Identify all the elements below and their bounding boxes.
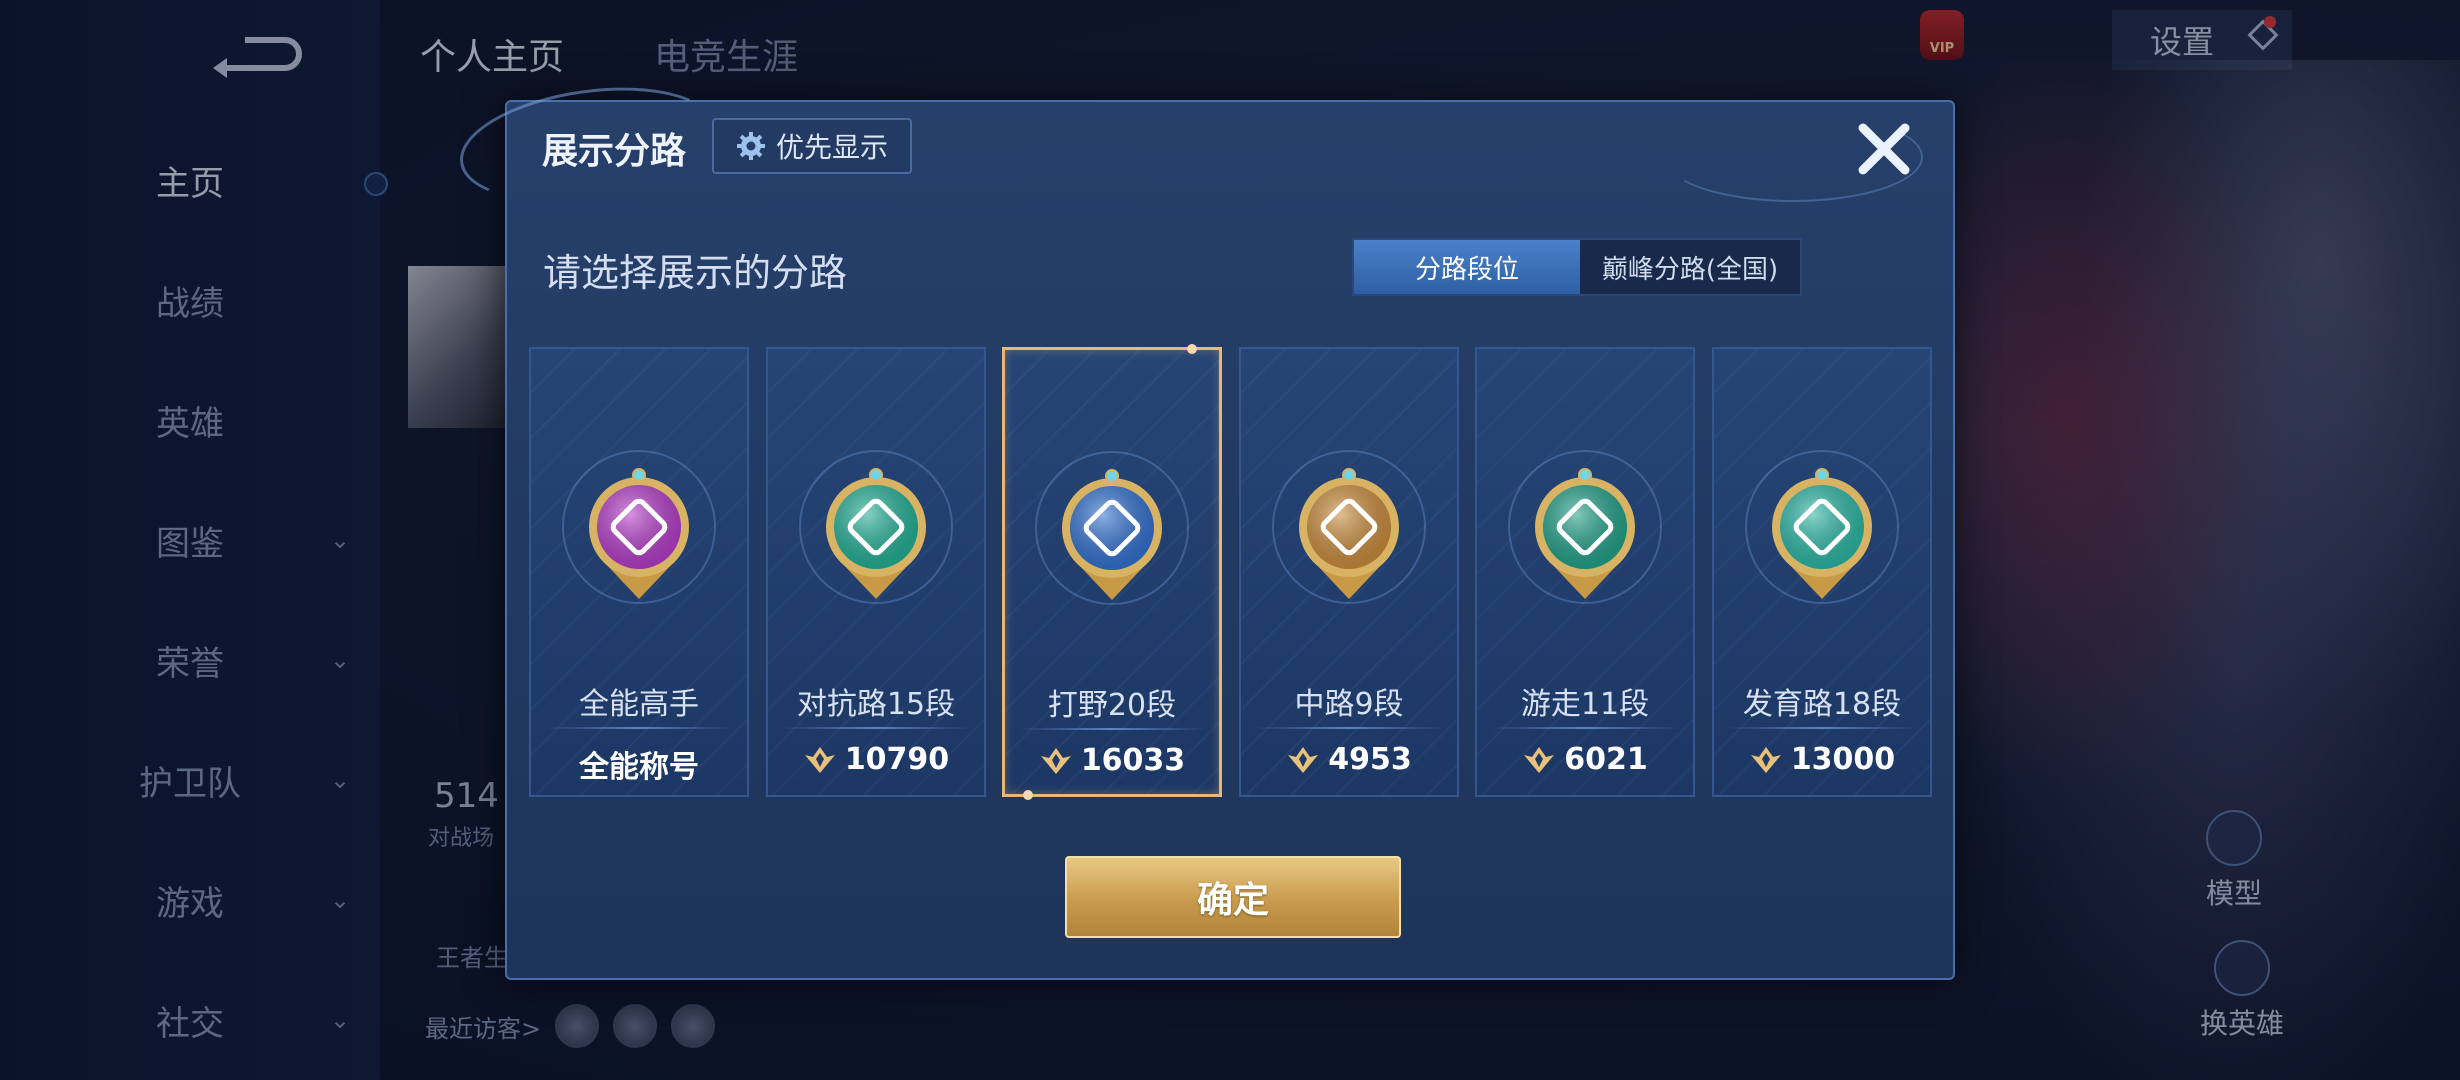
lane-score: 13000 [1714,742,1930,777]
card-divider [782,727,970,729]
lane-cards: 全能高手 全能称号 对抗路15段 10790 打野20段 16033 中路9段 4953 游走1… [529,344,1932,800]
lane-type-segment: 分路段位 巅峰分路(全国) [1352,238,1802,296]
lane-emblem-icon [562,450,716,604]
lane-emblem-icon [1272,450,1426,604]
lane-score: 6021 [1477,742,1693,777]
select-lane-prompt: 请选择展示的分路 [543,251,848,295]
lane-emblem-icon [1745,450,1899,604]
lane-label: 中路9段 [1294,687,1404,722]
lane-card[interactable]: 游走11段 6021 [1475,347,1695,797]
lane-score-value: 4953 [1328,742,1412,777]
lane-card[interactable]: 发育路18段 13000 [1712,347,1932,797]
peak-score-icon [804,746,835,773]
lane-card[interactable]: 对抗路15段 10790 [766,347,986,797]
card-divider [1255,727,1443,729]
lane-label: 全能高手 [579,687,699,722]
selection-corner-marker [1187,344,1197,354]
lane-emblem-icon [1035,451,1189,605]
lane-score: 4953 [1241,742,1457,777]
lane-label: 游走11段 [1520,687,1650,722]
lane-score: 10790 [768,742,984,777]
lane-score: 全能称号 [531,742,747,786]
peak-score-icon [1524,746,1555,773]
confirm-button[interactable]: 确定 [1065,856,1401,938]
gear-icon [736,132,765,160]
lane-score-value: 13000 [1790,742,1896,777]
lane-score-value: 16033 [1080,743,1186,778]
lane-emblem-icon [1508,450,1662,604]
lane-label: 发育路18段 [1742,687,1902,722]
segment-lane-rank[interactable]: 分路段位 [1354,240,1580,294]
dialog-header: 展示分路 优先显示 [452,72,1953,218]
peak-score-icon [1288,746,1319,773]
peak-score-icon [1040,747,1071,774]
card-divider [1728,727,1916,729]
peak-score-icon [1750,746,1781,773]
card-divider [545,727,733,729]
close-button[interactable] [1853,118,1915,180]
segment-peak-lane[interactable]: 巅峰分路(全国) [1580,240,1800,294]
lane-label: 对抗路15段 [796,687,956,722]
card-divider [1491,727,1679,729]
lane-label: 打野20段 [1047,688,1177,723]
priority-display-button[interactable]: 优先显示 [712,118,912,174]
lane-card[interactable]: 打野20段 16033 [1002,344,1222,800]
lane-card[interactable]: 中路9段 4953 [1239,347,1459,797]
lane-score-value: 全能称号 [579,750,699,785]
dialog-title: 展示分路 [542,131,687,172]
lane-card[interactable]: 全能高手 全能称号 [529,347,749,797]
priority-display-label: 优先显示 [775,131,888,164]
card-divider [1019,728,1205,730]
close-icon [1858,123,1910,175]
lane-score: 16033 [1005,743,1219,778]
lane-score-value: 10790 [844,742,950,777]
display-lane-dialog: 展示分路 优先显示 请选择展示的分路 分路段位 巅峰分路(全国) 全能高手 全能… [452,72,1955,980]
selection-corner-marker [1023,790,1033,800]
lane-score-value: 6021 [1564,742,1648,777]
lane-emblem-icon [799,450,953,604]
